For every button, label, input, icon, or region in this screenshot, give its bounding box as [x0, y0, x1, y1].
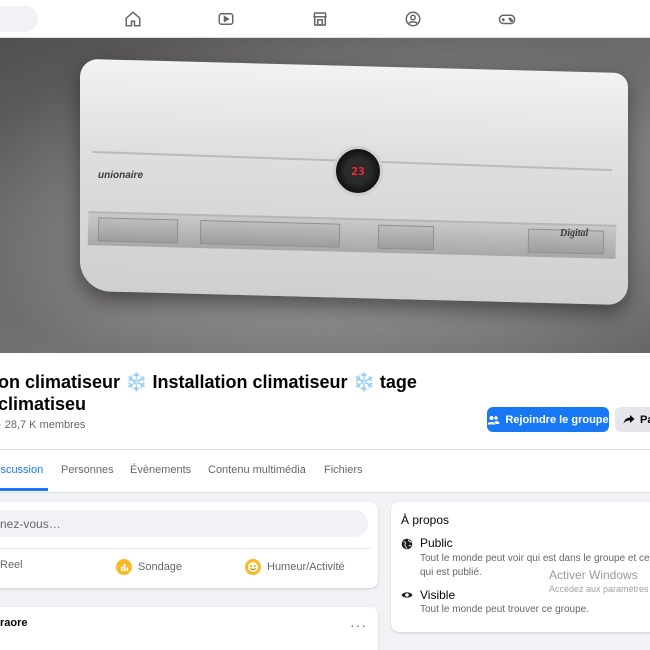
feeling-activity-button[interactable]: Humeur/Activité	[245, 559, 345, 575]
feeling-icon	[245, 559, 261, 575]
post-author[interactable]: raore	[0, 617, 28, 629]
eye-icon	[401, 592, 413, 598]
visibility-description: Tout le monde peut trouver ce groupe.	[420, 604, 589, 615]
more-options-icon[interactable]: ···	[350, 617, 367, 633]
temperature-readout: 23	[351, 164, 365, 178]
people-icon	[487, 415, 500, 424]
active-tab-indicator	[0, 488, 48, 491]
tab-people[interactable]: Personnes	[61, 464, 114, 476]
post-card: raore ···	[0, 607, 378, 650]
poll-icon	[116, 559, 132, 575]
temperature-display: 23	[333, 146, 383, 196]
vent-slat	[377, 224, 435, 251]
groups-icon[interactable]	[402, 8, 424, 30]
post-composer: nez-vous… Reel Sondage Humeur/Activité	[0, 502, 378, 588]
reel-label: Reel	[0, 559, 23, 571]
search-field[interactable]	[0, 6, 38, 32]
tab-files[interactable]: Fichiers	[324, 464, 363, 476]
visibility-title: Visible	[420, 588, 456, 602]
composer-input[interactable]: nez-vous…	[0, 510, 368, 537]
poll-button[interactable]: Sondage	[116, 559, 182, 575]
tab-discussion[interactable]: iscussion	[0, 464, 43, 476]
reel-button[interactable]: Reel	[0, 559, 23, 571]
privacy-public-title: Public	[420, 536, 453, 550]
digital-label: Digital	[560, 228, 589, 239]
top-navigation-bar	[0, 0, 650, 38]
gaming-icon[interactable]	[496, 8, 518, 30]
vent-slat	[199, 220, 341, 248]
poll-label: Sondage	[138, 561, 183, 573]
share-button[interactable]: Pa	[615, 407, 650, 432]
group-header: on climatiseur ❄️ Installation climatise…	[0, 353, 650, 493]
group-title: on climatiseur ❄️ Installation climatise…	[0, 372, 417, 414]
home-icon[interactable]	[122, 8, 144, 30]
share-icon	[623, 415, 635, 424]
group-member-count: · 28,7 K membres	[0, 419, 86, 431]
group-cover-photo: 23 unionaire Digital	[0, 38, 650, 353]
join-group-label: Rejoindre le groupe	[505, 413, 609, 426]
composer-divider	[0, 548, 370, 549]
about-title: À propos	[401, 513, 450, 527]
marketplace-icon[interactable]	[309, 8, 331, 30]
globe-icon	[401, 538, 413, 550]
composer-placeholder: nez-vous…	[0, 516, 61, 531]
about-card: À propos Public Tout le monde peut voir …	[391, 502, 650, 632]
vent-slat	[97, 217, 179, 244]
tab-events[interactable]: Évènements	[130, 464, 191, 476]
windows-activation-watermark: Activer Windows	[549, 568, 638, 582]
windows-activation-subtext: Accédez aux paramètres	[549, 584, 649, 594]
feeling-label: Humeur/Activité	[267, 561, 345, 573]
video-icon[interactable]	[215, 8, 237, 30]
tab-media[interactable]: Contenu multimédia	[208, 464, 306, 476]
share-label: Pa	[640, 413, 650, 426]
brand-logo: unionaire	[98, 170, 144, 181]
join-group-button[interactable]: Rejoindre le groupe	[487, 407, 609, 432]
tabs-divider	[0, 449, 650, 450]
